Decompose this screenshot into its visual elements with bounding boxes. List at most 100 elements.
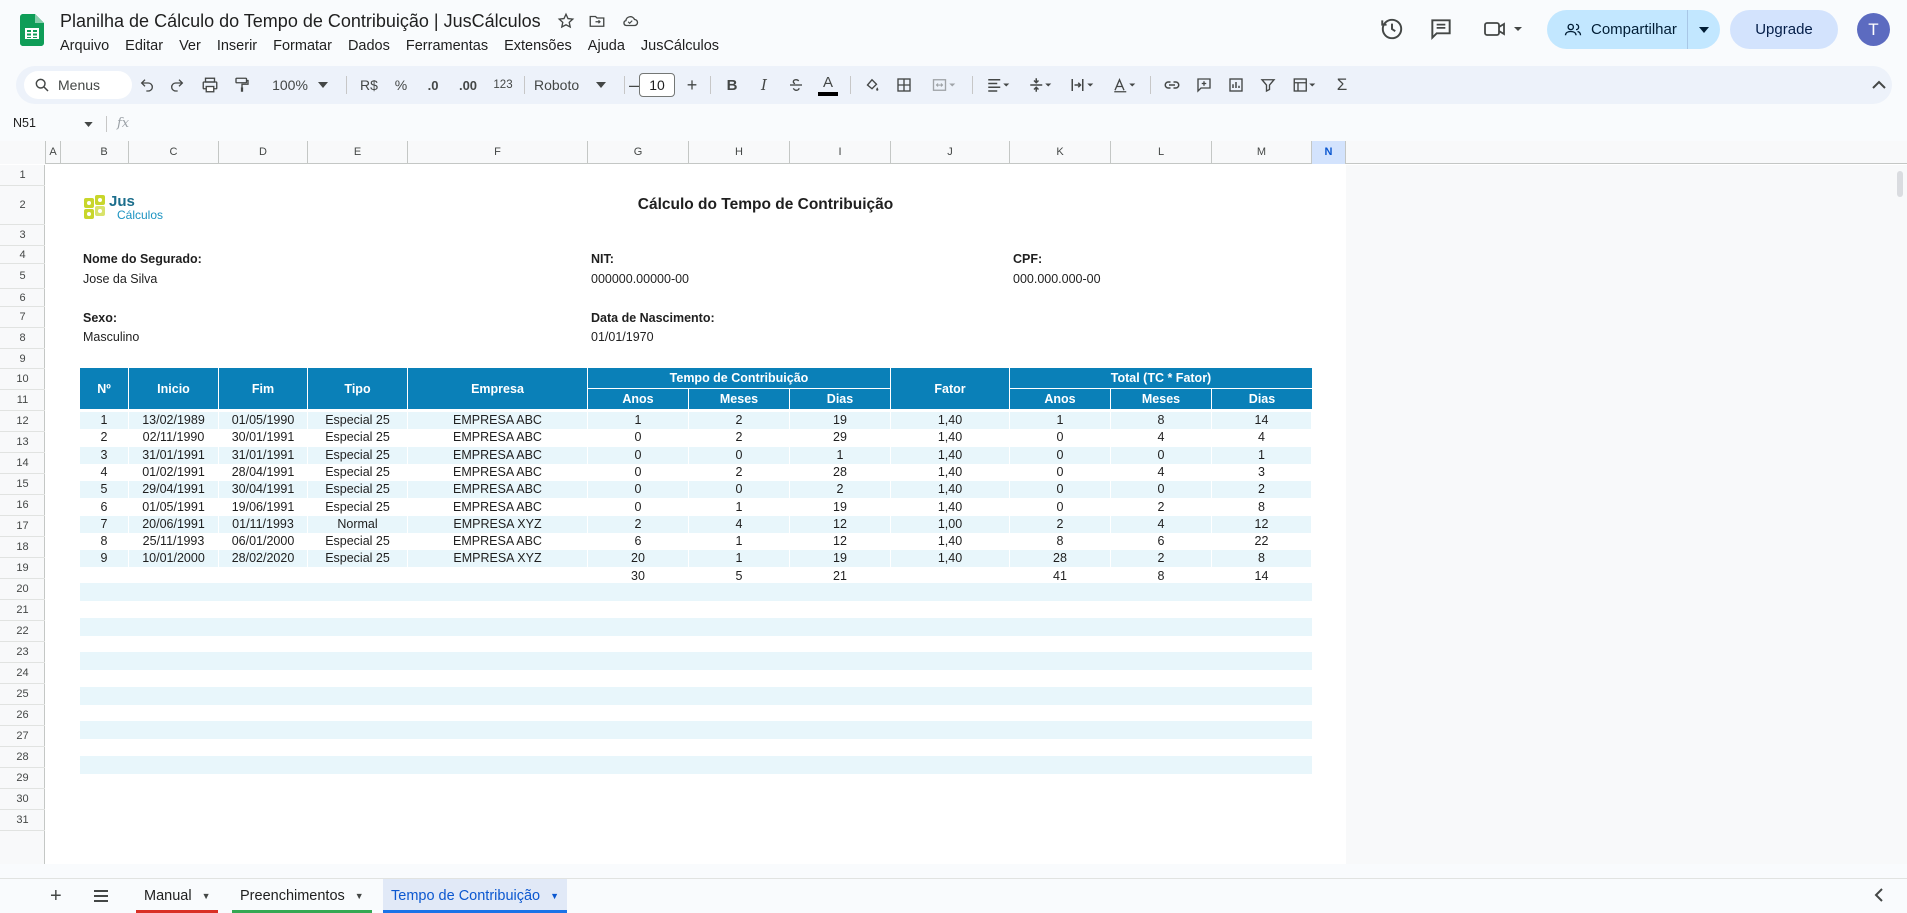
row-header[interactable]: 13 <box>0 432 45 453</box>
cell-inicio[interactable]: 10/01/2000 <box>129 550 219 568</box>
row-header[interactable]: 11 <box>0 390 45 411</box>
filter-views-icon[interactable] <box>1284 66 1324 104</box>
formula-input[interactable] <box>140 114 1900 136</box>
cell-tc-anos[interactable]: 0 <box>588 463 689 481</box>
cell-total-dias[interactable]: 22 <box>1212 533 1312 551</box>
cell-num[interactable]: 2 <box>80 429 129 447</box>
increase-decimal-button[interactable]: .00 <box>450 66 486 104</box>
row-header[interactable]: 17 <box>0 516 45 537</box>
italic-button[interactable]: I <box>748 66 780 104</box>
cell-total-anos[interactable]: 8 <box>1010 533 1111 551</box>
th-tc-anos[interactable]: Anos <box>588 389 689 409</box>
row-header[interactable]: 2 <box>0 186 45 225</box>
cell-fim[interactable]: 28/04/1991 <box>219 463 308 481</box>
column-header-i[interactable]: I <box>790 141 891 164</box>
print-icon[interactable] <box>194 66 226 104</box>
cell-empresa[interactable]: EMPRESA ABC <box>408 481 588 499</box>
column-header-l[interactable]: L <box>1111 141 1212 164</box>
row-header[interactable]: 8 <box>0 328 45 349</box>
cell-tc-dias[interactable]: 12 <box>790 515 891 533</box>
insert-comment-icon[interactable] <box>1188 66 1220 104</box>
font-size-input[interactable]: 10 <box>639 73 675 97</box>
vertical-scrollbar[interactable] <box>1895 167 1905 207</box>
bold-button[interactable]: B <box>716 66 748 104</box>
all-sheets-icon[interactable] <box>92 888 110 909</box>
th-tc-dias[interactable]: Dias <box>790 389 891 409</box>
row-header[interactable]: 29 <box>0 768 45 789</box>
empty-striped-row[interactable] <box>80 756 1312 774</box>
insert-link-icon[interactable] <box>1156 66 1188 104</box>
name-value[interactable]: Jose da Silva <box>83 272 157 286</box>
add-sheet-icon[interactable]: + <box>50 885 62 908</box>
text-rotation-icon[interactable] <box>1104 66 1144 104</box>
cell-tc-dias[interactable]: 29 <box>790 429 891 447</box>
cell-fator[interactable]: 1,40 <box>891 429 1010 447</box>
cell-tc-anos[interactable]: 6 <box>588 533 689 551</box>
cell-num[interactable]: 1 <box>80 412 129 429</box>
number-format-button[interactable]: 123 <box>486 66 520 104</box>
cell-tipo[interactable]: Especial 25 <box>308 498 408 516</box>
tab-preenchimentos[interactable]: Preenchimentos ▼ <box>232 879 372 913</box>
insert-chart-icon[interactable] <box>1220 66 1252 104</box>
cell-tc-dias[interactable]: 12 <box>790 533 891 551</box>
column-header-j[interactable]: J <box>891 141 1010 164</box>
undo-icon[interactable] <box>132 66 162 104</box>
cell-fim[interactable]: 01/05/1990 <box>219 412 308 429</box>
cell-tc-meses[interactable]: 2 <box>689 412 790 429</box>
text-wrapping-icon[interactable] <box>1062 66 1102 104</box>
cell-tc-anos[interactable]: 0 <box>588 429 689 447</box>
cloud-saved-icon[interactable] <box>619 12 641 34</box>
menu-formatar[interactable]: Formatar <box>265 36 340 56</box>
name-box[interactable]: N51 <box>13 116 36 130</box>
row-header[interactable]: 25 <box>0 684 45 705</box>
empty-striped-row[interactable] <box>80 617 1312 636</box>
cell-tc-meses[interactable]: 4 <box>689 515 790 533</box>
borders-icon[interactable] <box>888 66 920 104</box>
row-header[interactable]: 7 <box>0 307 45 328</box>
row-header[interactable]: 12 <box>0 411 45 432</box>
cell-empresa[interactable]: EMPRESA ABC <box>408 533 588 551</box>
row-header[interactable]: 6 <box>0 289 45 307</box>
tab-menu-icon[interactable]: ▼ <box>202 891 211 901</box>
cell-tc-dias[interactable]: 19 <box>790 412 891 429</box>
cell-empresa[interactable]: EMPRESA ABC <box>408 412 588 429</box>
cell-num[interactable]: 9 <box>80 550 129 568</box>
text-color-button[interactable]: A <box>812 66 844 104</box>
cell-fator[interactable]: 1,40 <box>891 446 1010 464</box>
th-number[interactable]: Nº <box>80 368 129 409</box>
th-total[interactable]: Total (TC * Fator) <box>1010 368 1312 389</box>
zoom-select[interactable]: 100% <box>260 66 340 104</box>
cell-num[interactable]: 3 <box>80 446 129 464</box>
cell-total-anos[interactable]: 2 <box>1010 515 1111 533</box>
row-header[interactable]: 22 <box>0 621 45 642</box>
decrease-decimal-button[interactable]: .0 <box>416 66 450 104</box>
cell-tc-anos[interactable]: 1 <box>588 412 689 429</box>
fill-color-icon[interactable] <box>856 66 888 104</box>
vertical-align-icon[interactable] <box>1020 66 1060 104</box>
cell-inicio[interactable]: 20/06/1991 <box>129 515 219 533</box>
cell-num[interactable]: 4 <box>80 463 129 481</box>
cell-total-meses[interactable]: 2 <box>1111 498 1212 516</box>
cell-tc-dias[interactable]: 19 <box>790 498 891 516</box>
row-header[interactable]: 15 <box>0 474 45 495</box>
cell-fim[interactable]: 30/01/1991 <box>219 429 308 447</box>
cell-total-anos[interactable]: 0 <box>1010 463 1111 481</box>
th-empresa[interactable]: Empresa <box>408 368 588 409</box>
row-header[interactable]: 28 <box>0 747 45 768</box>
row-header[interactable]: 24 <box>0 663 45 684</box>
cell-total-dias[interactable]: 14 <box>1212 412 1312 429</box>
filter-icon[interactable] <box>1252 66 1284 104</box>
cell-total-anos[interactable]: 28 <box>1010 550 1111 568</box>
cell-fator[interactable]: 1,40 <box>891 498 1010 516</box>
birthdate-value[interactable]: 01/01/1970 <box>591 330 654 344</box>
cell-empresa[interactable]: EMPRESA ABC <box>408 429 588 447</box>
row-header[interactable]: 18 <box>0 537 45 558</box>
th-total-meses[interactable]: Meses <box>1111 389 1212 409</box>
paint-format-icon[interactable] <box>226 66 258 104</box>
cell-empresa[interactable]: EMPRESA ABC <box>408 498 588 516</box>
comments-icon[interactable] <box>1428 16 1456 42</box>
cell-total-meses[interactable]: 4 <box>1111 429 1212 447</box>
menu-extensoes[interactable]: Extensões <box>496 36 580 56</box>
cell-fator[interactable]: 1,40 <box>891 481 1010 499</box>
spreadsheet-grid[interactable]: ABCDEFGHIJKLMN 1 2 3 4 5 6 7 8 9 10 11 12 13 14 15 16 17… <box>0 141 1907 864</box>
